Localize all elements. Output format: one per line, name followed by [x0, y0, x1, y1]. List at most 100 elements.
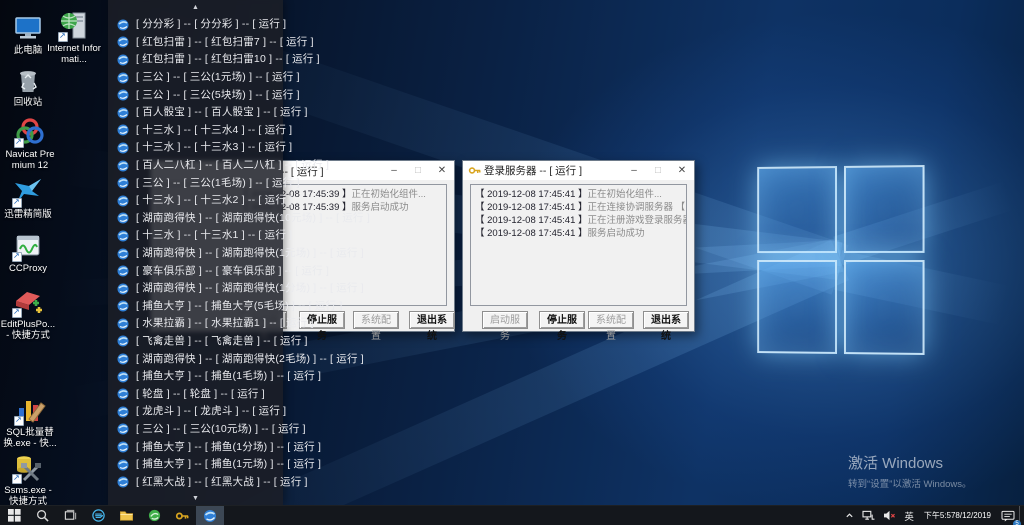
jump-list-item[interactable]: [ 红黑大战 ] -- [ 红黑大战 ] -- [ 运行 ] [108, 472, 283, 490]
close-button[interactable]: ✕ [670, 161, 694, 180]
sql-batch-replace-icon [14, 394, 46, 426]
file-explorer-icon[interactable] [112, 506, 140, 525]
scroll-up-icon[interactable]: ▲ [108, 4, 283, 11]
jump-list-item[interactable]: [ 百人骰宝 ] -- [ 百人骰宝 ] -- [ 运行 ] [108, 103, 283, 121]
ime-indicator[interactable]: 英 [900, 506, 918, 525]
scroll-down-icon[interactable]: ▼ [108, 495, 283, 502]
maximize-button[interactable]: □ [406, 161, 430, 180]
game-app-icon [117, 106, 129, 118]
start-service-button[interactable]: 启动服务 [482, 311, 528, 329]
close-button[interactable]: ✕ [430, 161, 454, 180]
jump-list-item[interactable]: [ 湖南跑得快 ] -- [ 湖南跑得快(1分场) ] -- [ 运行 ] [108, 279, 283, 297]
game-app-icon [117, 247, 129, 259]
jump-list-item[interactable]: [ 三公 ] -- [ 三公(10元场) ] -- [ 运行 ] [108, 420, 283, 438]
windows-hero-logo [757, 165, 924, 355]
shortcut-arrow-icon [14, 138, 24, 148]
game-app-icon [117, 475, 129, 487]
game-app-icon [117, 159, 129, 171]
system-config-button[interactable]: 系统配置 [353, 311, 399, 329]
desktop-icon-iis[interactable]: Internet Informati... [46, 10, 102, 65]
tray-chevron-icon[interactable] [841, 506, 858, 525]
navicat-icon [14, 116, 46, 148]
desktop-icon-thunder[interactable]: 迅雷精简版 [0, 176, 56, 221]
game-app-icon [117, 229, 129, 241]
desktop-icon-ccproxy[interactable]: CCProxy [0, 230, 56, 275]
exit-system-button[interactable]: 退出系统 [409, 311, 455, 329]
game-app-icon [117, 282, 129, 294]
jump-list-item[interactable]: [ 飞禽走兽 ] -- [ 飞禽走兽 ] -- [ 运行 ] [108, 332, 283, 350]
window2-log: 【 2019-12-08 17:45:41 】正在初始化组件... 【 2019… [470, 184, 687, 306]
desktop: 激活 Windows 转到“设置”以激活 Windows。 此电脑 Intern… [0, 0, 1024, 525]
coordinator-server-app-icon[interactable] [140, 506, 168, 525]
stop-service-button[interactable]: 停止服务 [539, 311, 585, 329]
volume-muted-icon[interactable] [879, 506, 900, 525]
jump-list-item[interactable]: [ 湖南跑得快 ] -- [ 湖南跑得快(2毛场) ] -- [ 运行 ] [108, 349, 283, 367]
jump-list-item[interactable]: [ 三公 ] -- [ 三公(1元场) ] -- [ 运行 ] [108, 68, 283, 86]
taskbar: 英 下午5:57 8/12/2019 5 [0, 505, 1024, 525]
jump-list-item[interactable]: [ 捕鱼大亨 ] -- [ 捕鱼(1分场) ] -- [ 运行 ] [108, 437, 283, 455]
login-server-app-icon[interactable] [168, 506, 196, 525]
desktop-icon-sql-batch-replace[interactable]: SQL批量替换.exe - 快... [2, 394, 58, 449]
jump-list-item[interactable]: [ 龙虎斗 ] -- [ 龙虎斗 ] -- [ 运行 ] [108, 402, 283, 420]
login-server-window: 登录服务器 -- [ 运行 ] – □ ✕ 【 2019-12-08 17:45… [462, 160, 695, 332]
jump-list-item[interactable]: [ 水果拉霸 ] -- [ 水果拉霸1 ] -- [ 运行 ] [108, 314, 283, 332]
search-icon[interactable] [28, 506, 56, 525]
log-line: 【 2019-12-08 17:45:41 】正在初始化组件... [475, 188, 682, 201]
desktop-icon-ssms[interactable]: Ssms.exe - 快捷方式 [0, 452, 56, 507]
desktop-icon-recycle-bin[interactable]: 回收站 [0, 64, 56, 109]
network-icon[interactable] [858, 506, 879, 525]
jump-list-item[interactable]: [ 百人二八杠 ] -- [ 百人二八杠 ] -- [ 运行 ] [108, 156, 283, 174]
game-app-icon [117, 176, 129, 188]
clock-date: 8/12/2019 [955, 511, 991, 520]
desktop-icon-navicat[interactable]: Navicat Premium 12 [2, 116, 58, 171]
jump-list-item[interactable]: [ 三公 ] -- [ 三公(1毛场) ] -- [ 运行 ] [108, 173, 283, 191]
this-pc-icon [12, 12, 44, 44]
game-app-icon [117, 123, 129, 135]
jump-list-item[interactable]: [ 分分彩 ] -- [ 分分彩 ] -- [ 运行 ] [108, 15, 283, 33]
jump-list-item[interactable]: [ 湖南跑得快 ] -- [ 湖南跑得快(10元场) ] -- [ 运行 ] [108, 209, 283, 227]
start-button[interactable] [0, 506, 28, 525]
jump-list-item[interactable]: [ 轮盘 ] -- [ 轮盘 ] -- [ 运行 ] [108, 384, 283, 402]
jump-list-item[interactable]: [ 十三水 ] -- [ 十三水2 ] -- [ 运行 ] [108, 191, 283, 209]
game-app-icon [117, 194, 129, 206]
thunder-icon [12, 176, 44, 208]
window2-titlebar[interactable]: 登录服务器 -- [ 运行 ] – □ ✕ [463, 161, 694, 180]
maximize-button[interactable]: □ [646, 161, 670, 180]
game-app-icon [117, 53, 129, 65]
internet-explorer-icon[interactable] [84, 506, 112, 525]
game-launcher-app-icon[interactable] [196, 506, 224, 525]
clock-time: 下午5:57 [924, 511, 956, 520]
jump-list-item[interactable]: [ 捕鱼大亨 ] -- [ 捕鱼(1毛场) ] -- [ 运行 ] [108, 367, 283, 385]
exit-system-button[interactable]: 退出系统 [643, 311, 689, 329]
jump-list-item[interactable]: [ 十三水 ] -- [ 十三水4 ] -- [ 运行 ] [108, 121, 283, 139]
activation-watermark: 激活 Windows 转到“设置”以激活 Windows。 [848, 452, 972, 490]
game-app-icon [117, 458, 129, 470]
jump-list-item[interactable]: [ 豪车俱乐部 ] -- [ 豪车俱乐部 ] -- [ 运行 ] [108, 261, 283, 279]
jump-list-item[interactable]: [ 湖南跑得快 ] -- [ 湖南跑得快(1元场) ] -- [ 运行 ] [108, 244, 283, 262]
jump-list-item[interactable]: [ 红包扫雷 ] -- [ 红包扫雷7 ] -- [ 运行 ] [108, 33, 283, 51]
jump-list-item[interactable]: [ 捕鱼大亨 ] -- [ 捕鱼(1元场) ] -- [ 运行 ] [108, 455, 283, 473]
action-center-icon[interactable]: 5 [997, 506, 1019, 525]
shortcut-arrow-icon [12, 474, 22, 484]
game-app-icon [117, 88, 129, 100]
jump-list-item[interactable]: [ 捕鱼大亨 ] -- [ 捕鱼大亨(5毛场) ] -- [ 运行 ] [108, 297, 283, 315]
jump-list-item[interactable]: [ 红包扫雷 ] -- [ 红包扫雷10 ] -- [ 运行 ] [108, 50, 283, 68]
window2-title: 登录服务器 -- [ 运行 ] [484, 163, 582, 178]
shortcut-arrow-icon [58, 32, 68, 42]
jump-list-item[interactable]: [ 三公 ] -- [ 三公(5块场) ] -- [ 运行 ] [108, 85, 283, 103]
ccproxy-icon [12, 230, 44, 262]
jump-list-item[interactable]: [ 十三水 ] -- [ 十三水1 ] -- [ 运行 ] [108, 226, 283, 244]
game-app-icon [117, 422, 129, 434]
clock[interactable]: 下午5:57 8/12/2019 [918, 506, 997, 525]
key-icon [468, 164, 481, 177]
desktop-icon-editplus[interactable]: EditPlusPo... - 快捷方式 [0, 286, 56, 341]
iis-manager-icon [58, 10, 90, 42]
task-view-icon[interactable] [56, 506, 84, 525]
game-app-icon [117, 141, 129, 153]
minimize-button[interactable]: – [622, 161, 646, 180]
jump-list-item[interactable]: [ 十三水 ] -- [ 十三水3 ] -- [ 运行 ] [108, 138, 283, 156]
log-line: 【 2019-12-08 17:45:41 】正在连接协调服务器 【 127.0… [475, 201, 682, 214]
system-config-button[interactable]: 系统配置 [588, 311, 634, 329]
minimize-button[interactable]: – [382, 161, 406, 180]
notification-badge: 5 [1013, 520, 1021, 525]
